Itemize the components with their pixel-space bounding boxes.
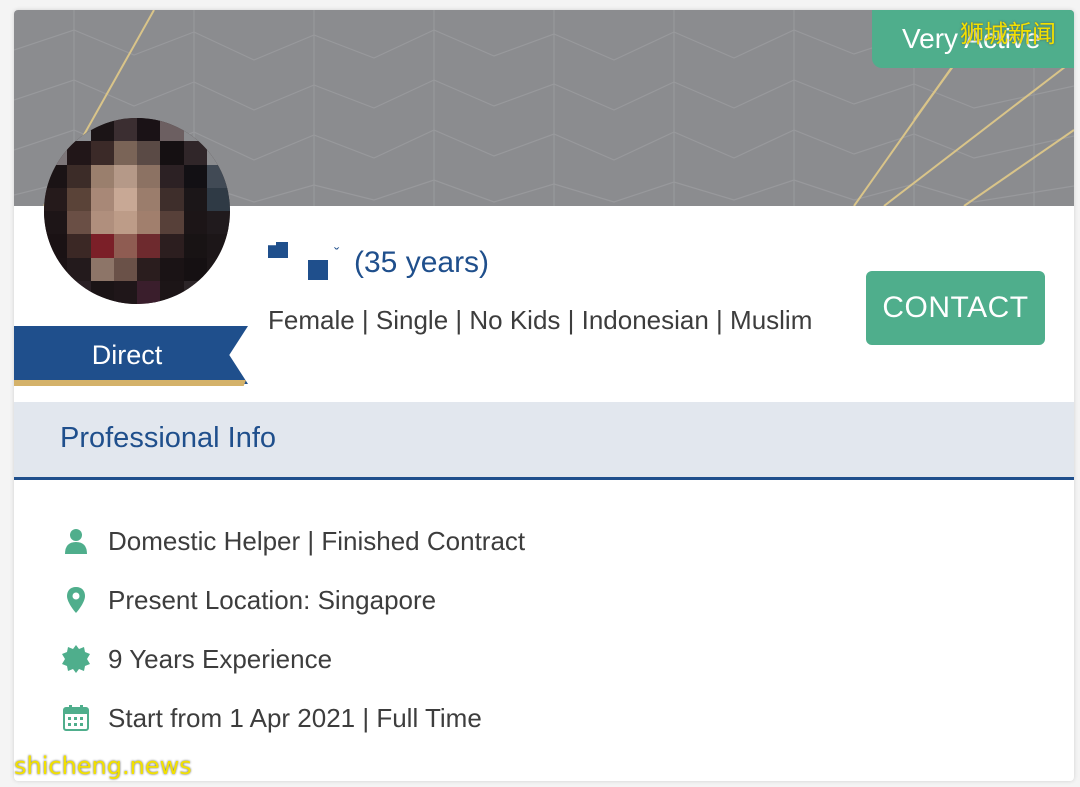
watermark-bottom: shicheng.news: [14, 752, 192, 780]
info-item-location: Present Location: Singapore: [58, 580, 436, 620]
info-item-start-date: Start from 1 Apr 2021 | Full Time: [58, 698, 482, 738]
info-item-experience: 9 Years Experience: [58, 639, 332, 679]
info-location-text: Present Location: Singapore: [108, 584, 437, 615]
name-redaction-block: [308, 260, 328, 280]
info-experience-text: 9 Years Experience: [108, 643, 333, 674]
section-title: Professional Info: [60, 422, 277, 454]
contact-button[interactable]: CONTACT: [866, 271, 1045, 345]
info-start-date-text: Start from 1 Apr 2021 | Full Time: [108, 702, 482, 733]
name-tick-mark: ˇ: [334, 246, 340, 263]
name-redaction-mark: [268, 242, 288, 258]
helper-attributes: Female | Single | No Kids | Indonesian |…: [268, 305, 813, 335]
watermark-top: 狮城新闻: [960, 20, 1056, 48]
helper-age: (35 years): [354, 246, 490, 279]
profile-card: Very Active Direct ˇ (35 years) Female |…: [14, 10, 1074, 781]
location-pin-icon: [58, 582, 94, 618]
calendar-icon: [58, 700, 94, 736]
badge-icon: [58, 641, 94, 677]
ribbon-gold-stripe: [14, 380, 246, 386]
avatar[interactable]: [44, 118, 230, 304]
info-job-text: Domestic Helper | Finished Contract: [108, 525, 526, 556]
avatar-pixelated-photo: [44, 118, 230, 304]
hire-type-ribbon: Direct: [14, 326, 248, 384]
info-item-job: Domestic Helper | Finished Contract: [58, 521, 525, 561]
professional-info-header: Professional Info: [14, 402, 1074, 480]
person-icon: [58, 523, 94, 559]
